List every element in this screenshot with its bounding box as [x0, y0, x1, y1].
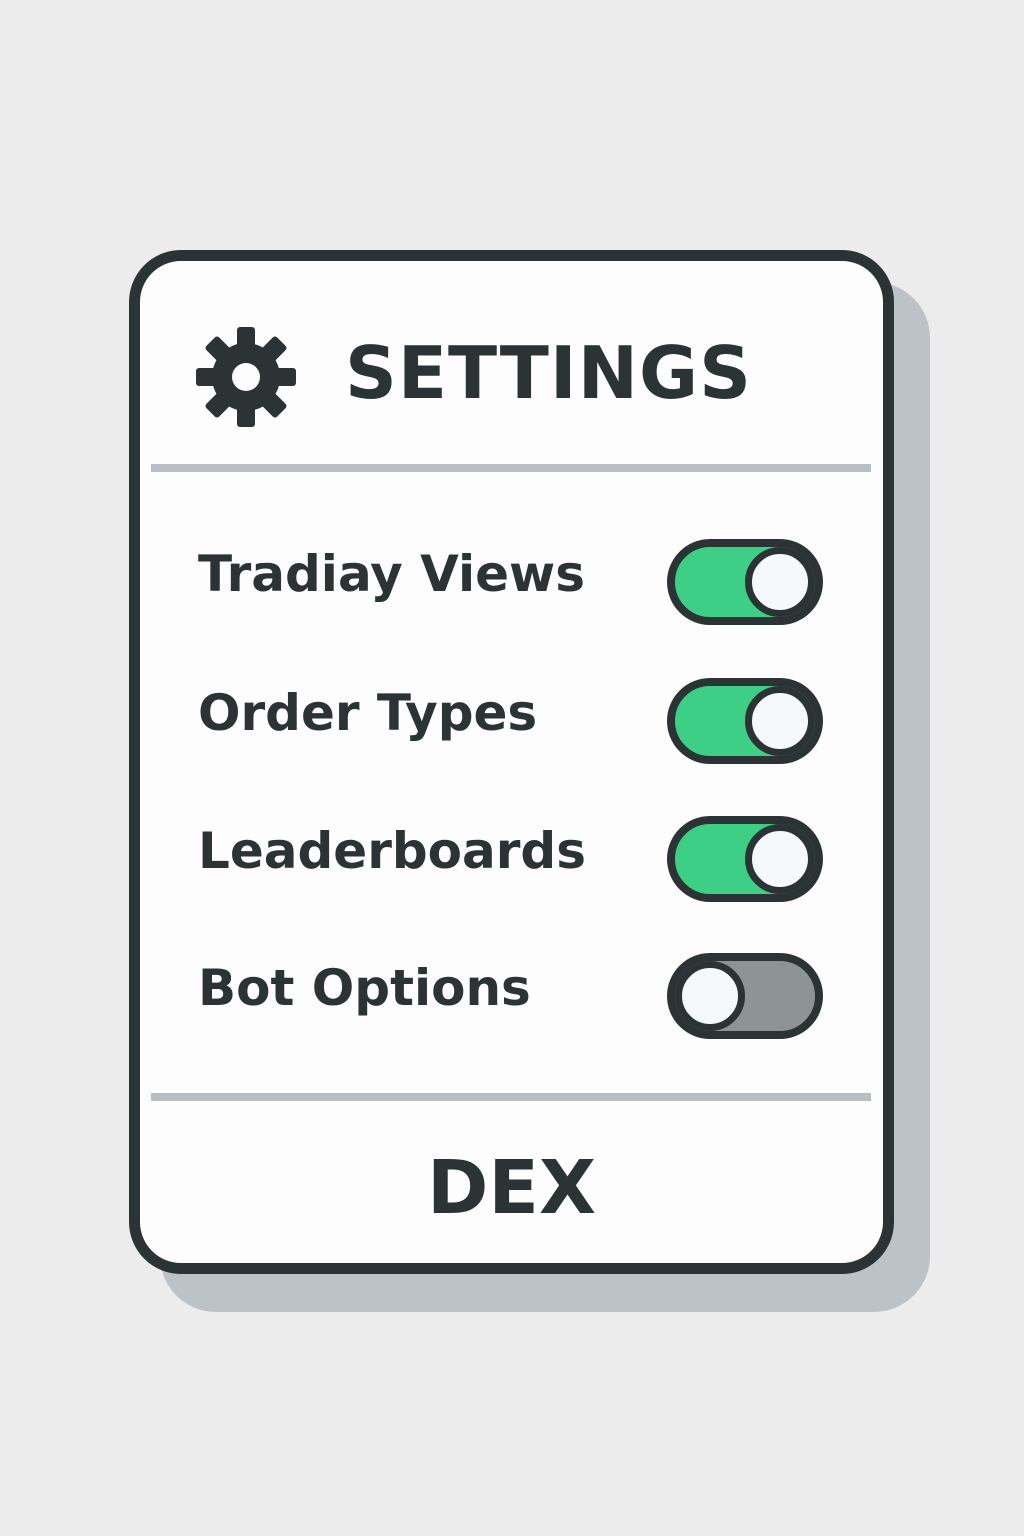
setting-row-leaderboards: Leaderboards: [140, 802, 883, 902]
gear-icon: [196, 327, 296, 427]
toggle-knob: [745, 824, 815, 894]
toggle-switch[interactable]: [667, 816, 823, 902]
toggle-knob: [675, 961, 745, 1031]
header-divider: [151, 464, 871, 472]
setting-row-tradiay-views: Tradiay Views: [140, 525, 883, 625]
settings-header: SETTINGS: [140, 261, 883, 476]
setting-label: Leaderboards: [198, 822, 586, 880]
page-title: SETTINGS: [345, 331, 752, 415]
toggle-switch[interactable]: [667, 539, 823, 625]
setting-row-order-types: Order Types: [140, 664, 883, 764]
setting-row-bot-options: Bot Options: [140, 939, 883, 1039]
footer-label: DEX: [426, 1145, 597, 1231]
toggle-knob: [745, 686, 815, 756]
footer-divider: [151, 1093, 871, 1101]
setting-label: Order Types: [198, 684, 538, 742]
setting-label: Tradiay Views: [198, 545, 585, 603]
toggle-switch[interactable]: [667, 678, 823, 764]
setting-label: Bot Options: [198, 959, 531, 1017]
toggle-switch[interactable]: [667, 953, 823, 1039]
settings-card: SETTINGS Tradiay Views Order Types Leade…: [129, 250, 894, 1274]
toggle-knob: [745, 547, 815, 617]
